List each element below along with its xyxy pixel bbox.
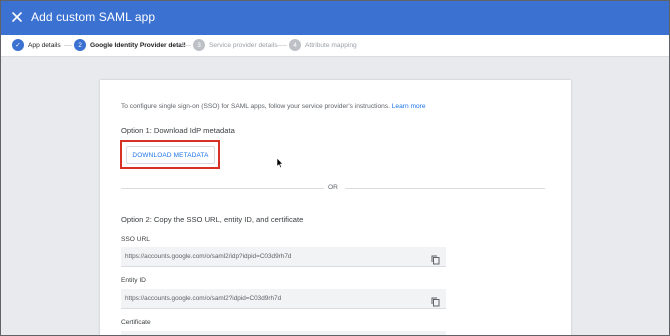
certificate-label: Certificate bbox=[121, 319, 151, 326]
entity-id-label: Entity ID bbox=[121, 277, 146, 284]
step-label: App details bbox=[28, 41, 61, 49]
step-number: 4 bbox=[289, 39, 301, 51]
sso-url-value: https://accounts.google.com/o/saml2/idp?… bbox=[125, 253, 292, 260]
close-icon[interactable] bbox=[9, 9, 25, 25]
download-metadata-button[interactable]: DOWNLOAD METADATA bbox=[126, 146, 215, 164]
step-label: Service provider details bbox=[209, 41, 278, 49]
check-icon: ✓ bbox=[12, 39, 24, 51]
step-app-details[interactable]: ✓ App details bbox=[12, 39, 61, 51]
intro-text: To configure single sign-on (SSO) for SA… bbox=[121, 103, 426, 110]
idp-details-card: To configure single sign-on (SSO) for SA… bbox=[100, 80, 571, 336]
certificate-field[interactable] bbox=[121, 331, 446, 336]
sso-url-label: SSO URL bbox=[121, 236, 150, 243]
option2-title: Option 2: Copy the SSO URL, entity ID, a… bbox=[121, 215, 304, 224]
mouse-cursor-icon bbox=[276, 157, 284, 169]
option1-title: Option 1: Download IdP metadata bbox=[121, 126, 235, 135]
or-separator: OR bbox=[328, 184, 338, 191]
divider-left bbox=[121, 188, 324, 189]
step-idp-details[interactable]: 2 Google Identity Provider detail bbox=[74, 39, 186, 51]
sso-url-field[interactable]: https://accounts.google.com/o/saml2/idp?… bbox=[121, 247, 446, 267]
step-label: Google Identity Provider detail bbox=[90, 41, 186, 49]
step-attribute-mapping[interactable]: 4 Attribute mapping bbox=[289, 39, 357, 51]
divider-right bbox=[345, 188, 545, 189]
entity-id-value: https://accounts.google.com/o/saml2?idpi… bbox=[125, 295, 282, 302]
page-title: Add custom SAML app bbox=[31, 10, 156, 24]
app-header: Add custom SAML app bbox=[0, 0, 670, 35]
step-service-provider[interactable]: 3 Service provider details bbox=[193, 39, 278, 51]
copy-icon[interactable] bbox=[431, 294, 440, 307]
intro-description: To configure single sign-on (SSO) for SA… bbox=[121, 103, 390, 110]
step-number: 3 bbox=[193, 39, 205, 51]
stepper: ✓ App details 2 Google Identity Provider… bbox=[0, 35, 670, 57]
copy-icon[interactable] bbox=[431, 252, 440, 265]
step-number: 2 bbox=[74, 39, 86, 51]
entity-id-field[interactable]: https://accounts.google.com/o/saml2?idpi… bbox=[121, 289, 446, 309]
step-connector bbox=[64, 45, 72, 46]
step-connector bbox=[277, 45, 287, 46]
learn-more-link[interactable]: Learn more bbox=[392, 103, 426, 110]
step-label: Attribute mapping bbox=[305, 41, 357, 49]
step-connector bbox=[181, 45, 191, 46]
